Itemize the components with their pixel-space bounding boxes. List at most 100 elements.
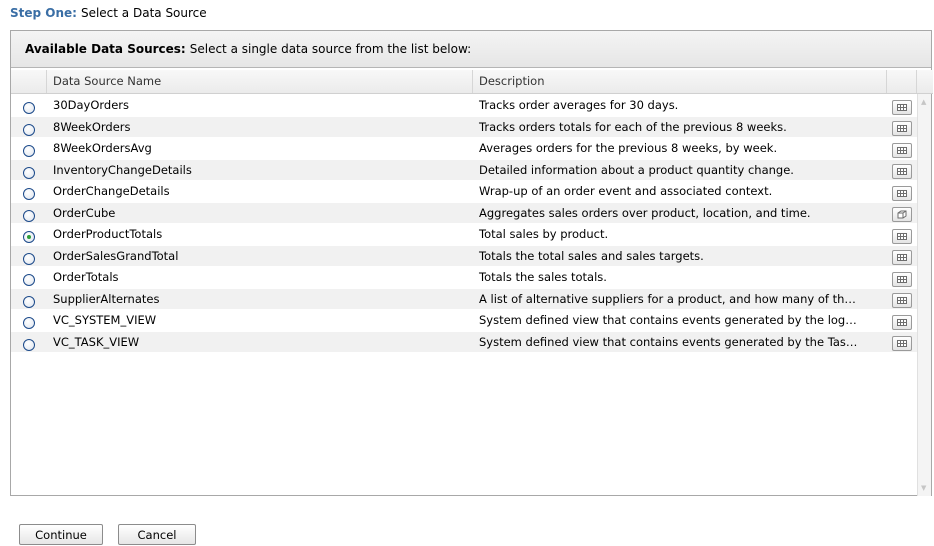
column-header-filler <box>917 70 933 93</box>
table-row[interactable]: 8WeekOrdersAvg Averages orders for the pr… <box>11 138 917 160</box>
select-radio[interactable] <box>23 252 35 265</box>
data-source-name: 30DayOrders <box>53 98 130 113</box>
panel-header-title: Available Data Sources: <box>25 42 186 56</box>
radio-cell <box>11 290 47 308</box>
data-source-name: OrderProductTotals <box>53 227 163 242</box>
table-view-icon[interactable] <box>892 314 912 330</box>
data-source-description: Tracks orders totals for each of the pre… <box>479 119 787 134</box>
step-label: Step One: <box>10 6 77 20</box>
table-row[interactable]: OrderCube Aggregates sales orders over pr… <box>11 202 917 224</box>
table-view-icon[interactable] <box>892 142 912 158</box>
table-view-icon[interactable] <box>892 121 912 137</box>
scroll-down-icon[interactable]: ▼ <box>921 484 926 492</box>
action-cell <box>887 160 917 180</box>
table-view-icon[interactable] <box>892 185 912 201</box>
radio-cell <box>11 225 47 244</box>
select-radio[interactable] <box>23 209 35 222</box>
select-radio[interactable] <box>23 145 35 158</box>
action-cell <box>887 311 917 330</box>
select-radio[interactable] <box>23 102 35 115</box>
table-row[interactable]: VC_TASK_VIEW System defined view that con… <box>11 331 917 353</box>
select-radio[interactable] <box>23 166 35 179</box>
data-source-name: 8WeekOrders <box>53 119 131 134</box>
data-source-name: InventoryChangeDetails <box>53 162 192 177</box>
table-row[interactable]: 30DayOrders Tracks order averages for 30 … <box>11 95 917 117</box>
action-cell <box>887 268 917 287</box>
vertical-scrollbar[interactable]: ▲ ▼ <box>917 94 931 496</box>
data-source-description: Averages orders for the previous 8 weeks… <box>479 141 778 156</box>
data-source-name: OrderCube <box>53 205 116 220</box>
table-row[interactable]: OrderTotals Totals the sales totals. <box>11 267 917 289</box>
select-radio[interactable] <box>23 123 35 136</box>
select-radio[interactable] <box>23 231 35 244</box>
table-view-icon[interactable] <box>892 99 912 115</box>
radio-cell <box>11 161 47 179</box>
data-source-description: Totals the sales totals. <box>479 270 607 285</box>
radio-cell <box>11 268 47 287</box>
column-header-name[interactable]: Data Source Name <box>47 70 473 93</box>
data-source-name: OrderSalesGrandTotal <box>53 248 179 263</box>
data-source-description: Tracks order averages for 30 days. <box>479 98 679 113</box>
action-cell <box>887 289 917 309</box>
column-headers: Data Source Name Description <box>11 70 933 94</box>
action-cell <box>887 246 917 266</box>
table-view-icon[interactable] <box>892 293 912 309</box>
column-header-select <box>11 70 47 93</box>
action-cell <box>887 182 917 201</box>
scroll-up-icon[interactable]: ▲ <box>921 98 926 106</box>
data-source-name: OrderTotals <box>53 270 119 285</box>
table-row[interactable]: OrderChangeDetails Wrap-up of an order ev… <box>11 181 917 203</box>
table-row[interactable]: OrderSalesGrandTotal Totals the total sal… <box>11 245 917 267</box>
action-cell <box>887 96 917 115</box>
continue-button[interactable]: Continue <box>19 524 103 545</box>
radio-cell <box>11 139 47 158</box>
data-source-description: Detailed information about a product qua… <box>479 162 794 177</box>
radio-cell <box>11 311 47 330</box>
data-source-description: System defined view that contains events… <box>479 313 857 328</box>
data-source-name: OrderChangeDetails <box>53 184 170 199</box>
action-cell <box>887 117 917 137</box>
column-header-action <box>887 70 917 93</box>
data-source-description: Aggregates sales orders over product, lo… <box>479 205 811 220</box>
cube-view-icon[interactable] <box>892 207 912 223</box>
radio-cell <box>11 118 47 136</box>
data-source-description: Totals the total sales and sales targets… <box>479 248 704 263</box>
table-view-icon[interactable] <box>892 336 912 352</box>
radio-cell <box>11 182 47 201</box>
table-view-icon[interactable] <box>892 271 912 287</box>
select-radio[interactable] <box>23 295 35 308</box>
select-radio[interactable] <box>23 188 35 201</box>
data-source-name: VC_TASK_VIEW <box>53 334 140 349</box>
data-source-description: Total sales by product. <box>479 227 609 242</box>
radio-cell <box>11 333 47 351</box>
data-sources-panel: Available Data Sources: Select a single … <box>10 30 933 496</box>
select-radio[interactable] <box>23 338 35 351</box>
step-text: Select a Data Source <box>80 6 207 20</box>
step-title: Step One: Select a Data Source <box>10 6 207 20</box>
data-source-grid: Data Source Name Description 30DayOrders… <box>11 68 933 496</box>
column-header-description[interactable]: Description <box>473 70 887 93</box>
select-radio[interactable] <box>23 274 35 287</box>
table-row[interactable]: 8WeekOrders Tracks orders totals for each… <box>11 116 917 138</box>
data-source-description: A list of alternative suppliers for a pr… <box>479 291 856 306</box>
table-row[interactable]: InventoryChangeDetails Detailed informati… <box>11 159 917 181</box>
radio-cell <box>11 96 47 115</box>
action-cell <box>887 203 917 223</box>
action-cell <box>887 332 917 352</box>
select-radio[interactable] <box>23 317 35 330</box>
panel-header: Available Data Sources: Select a single … <box>11 31 931 68</box>
table-row[interactable]: OrderProductTotals Total sales by product… <box>11 224 917 246</box>
table-view-icon[interactable] <box>892 228 912 244</box>
data-source-name: 8WeekOrdersAvg <box>53 141 152 156</box>
action-cell <box>887 225 917 244</box>
data-source-name: VC_SYSTEM_VIEW <box>53 313 157 328</box>
table-row[interactable]: VC_SYSTEM_VIEW System defined view that c… <box>11 310 917 332</box>
radio-cell <box>11 204 47 222</box>
table-view-icon[interactable] <box>892 164 912 180</box>
table-view-icon[interactable] <box>892 250 912 266</box>
cancel-button[interactable]: Cancel <box>118 524 196 545</box>
data-source-description: System defined view that contains events… <box>479 334 858 349</box>
data-source-name: SupplierAlternates <box>53 291 160 306</box>
table-row[interactable]: SupplierAlternates A list of alternative … <box>11 288 917 310</box>
table-body: 30DayOrders Tracks order averages for 30 … <box>11 95 917 353</box>
